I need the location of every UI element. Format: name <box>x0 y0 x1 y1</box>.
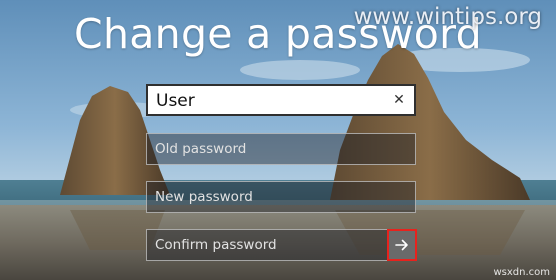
watermark-wsxdn: wsxdn.com <box>493 267 550 278</box>
confirm-password-field-box <box>146 229 416 261</box>
arrow-right-icon <box>395 239 408 251</box>
close-icon[interactable]: ✕ <box>390 91 408 109</box>
old-password-input[interactable] <box>147 134 415 164</box>
submit-button[interactable] <box>387 229 417 261</box>
watermark-wintips: www.wintips.org <box>353 4 542 30</box>
username-field[interactable]: User ✕ <box>146 84 416 116</box>
old-password-field-box <box>146 133 416 165</box>
confirm-password-input[interactable] <box>147 230 387 260</box>
username-value: User <box>156 91 195 111</box>
change-password-screen: Change a password www.wintips.org User ✕… <box>0 0 556 280</box>
new-password-input[interactable] <box>147 182 415 212</box>
new-password-field-box <box>146 181 416 213</box>
